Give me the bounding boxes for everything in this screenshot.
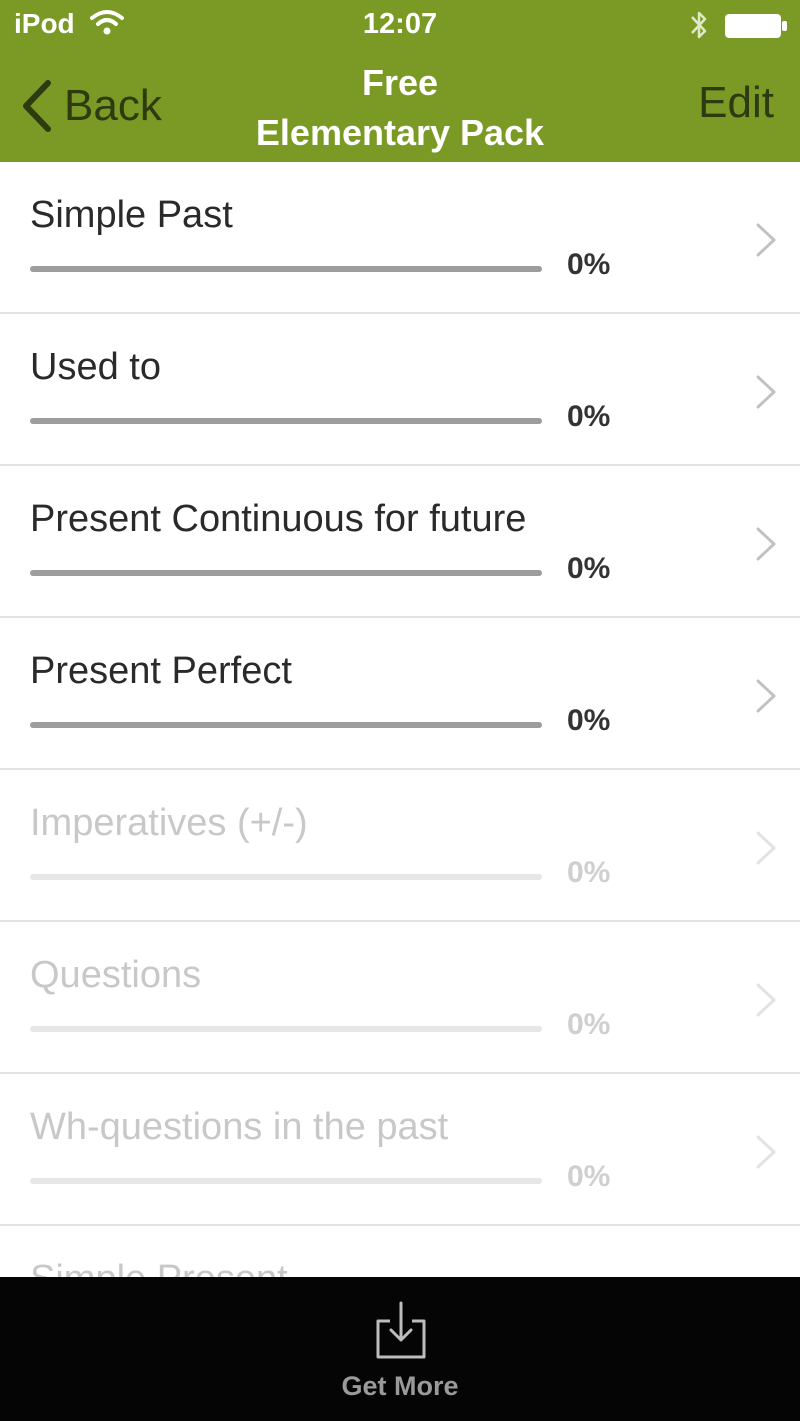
progress-bar: [30, 722, 542, 728]
lesson-list: Simple Past 0% Used to 0% Present Contin…: [0, 162, 800, 1378]
bluetooth-icon: [691, 11, 707, 39]
lesson-title: Questions: [30, 954, 202, 996]
chevron-right-icon: [756, 527, 776, 561]
page-title-line1: Free: [361, 62, 439, 103]
edit-button[interactable]: Edit: [698, 78, 774, 128]
list-item: Imperatives (+/-) 0%: [0, 770, 800, 922]
chevron-right-icon: [756, 223, 776, 257]
list-item[interactable]: Present Continuous for future 0%: [0, 466, 800, 618]
progress-percent: 0%: [567, 704, 611, 737]
progress-percent: 0%: [567, 248, 611, 281]
get-more-button[interactable]: Get More: [300, 1291, 500, 1411]
tab-bar: Get More: [0, 1277, 800, 1421]
progress-bar: [30, 1026, 542, 1032]
list-item[interactable]: Used to 0%: [0, 314, 800, 466]
app-screen: iPod 12:07 Back Free Elementary Pack Edi…: [0, 0, 800, 1421]
lesson-title: Present Perfect: [30, 650, 292, 692]
progress-percent: 0%: [567, 856, 611, 889]
progress-percent: 0%: [567, 1160, 611, 1193]
progress-bar: [30, 418, 542, 424]
progress-bar: [30, 266, 542, 272]
get-more-label: Get More: [341, 1371, 459, 1401]
progress-percent: 0%: [567, 552, 611, 585]
list-item: Wh-questions in the past 0%: [0, 1074, 800, 1226]
progress-bar: [30, 570, 542, 576]
progress-bar: [30, 1178, 542, 1184]
lesson-title: Used to: [30, 346, 161, 388]
page-title-line2: Elementary Pack: [255, 112, 545, 153]
header: iPod 12:07 Back Free Elementary Pack Edi…: [0, 0, 800, 162]
progress-bar: [30, 874, 542, 880]
chevron-right-icon: [756, 831, 776, 865]
lesson-title: Present Continuous for future: [30, 498, 527, 540]
progress-percent: 0%: [567, 400, 611, 433]
progress-percent: 0%: [567, 1008, 611, 1041]
list-item[interactable]: Present Perfect 0%: [0, 618, 800, 770]
list-item: Questions 0%: [0, 922, 800, 1074]
status-time: 12:07: [362, 8, 438, 40]
lesson-title: Simple Past: [30, 194, 233, 236]
lesson-title: Wh-questions in the past: [30, 1106, 449, 1148]
chevron-right-icon: [756, 983, 776, 1017]
download-icon: [376, 1301, 426, 1359]
chevron-right-icon: [756, 1135, 776, 1169]
page-title: Free Elementary Pack: [200, 58, 600, 158]
list-item[interactable]: Simple Past 0%: [0, 162, 800, 314]
chevron-right-icon: [756, 679, 776, 713]
lesson-title: Imperatives (+/-): [30, 802, 308, 844]
status-bar: iPod 12:07: [0, 0, 800, 50]
chevron-right-icon: [756, 375, 776, 409]
back-label: Back: [64, 81, 162, 130]
battery-icon: [725, 14, 787, 38]
chevron-left-icon: [23, 80, 51, 132]
back-button[interactable]: Back: [18, 76, 162, 136]
